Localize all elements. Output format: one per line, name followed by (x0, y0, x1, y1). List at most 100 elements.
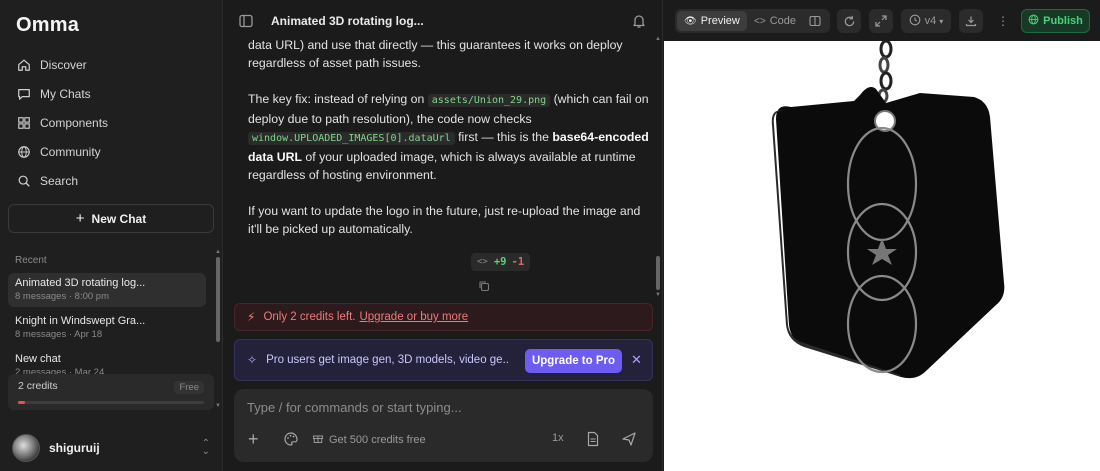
sidebar-nav: Discover My Chats Components Community S… (8, 50, 214, 195)
code-brackets-icon: <> (754, 15, 766, 27)
credits-progress-fill (18, 401, 26, 404)
chat-input[interactable] (247, 400, 637, 415)
grid-icon (16, 115, 32, 131)
eye-icon: 👁 (684, 15, 697, 27)
inline-code: window.UPLOADED_IMAGES[0].dataUrl (248, 132, 455, 145)
free-credits-label: Get 500 credits free (329, 433, 426, 446)
gift-icon (312, 432, 324, 447)
attach-plus-icon[interactable]: + (248, 429, 259, 450)
recent-chat-title: Knight in Windswept Gra... (15, 315, 146, 327)
app-root: Omma Discover My Chats Components Commun… (0, 0, 1100, 471)
sidebar-item-discover[interactable]: Discover (8, 50, 214, 79)
close-icon[interactable]: ✕ (631, 352, 642, 368)
assistant-message: data URL) and use that directly — this g… (248, 36, 653, 256)
recent-chat-title: Animated 3D rotating log... (15, 277, 146, 289)
message-text: The key fix: instead of relying on (248, 92, 428, 106)
recent-chat-meta: 8 messages · 8:00 pm (15, 291, 109, 302)
scrollbar-thumb[interactable] (216, 257, 220, 342)
chat-bubble-icon (16, 86, 32, 102)
credits-progress (18, 401, 204, 404)
recent-chat-title: New chat (15, 353, 61, 365)
home-icon (16, 57, 32, 73)
download-button[interactable] (959, 9, 983, 33)
sparkles-icon: ✧ (247, 353, 258, 367)
speed-selector[interactable]: 1x (552, 432, 564, 444)
message-paragraph: data URL) and use that directly — this g… (248, 36, 653, 72)
bell-icon[interactable] (631, 13, 647, 29)
avatar (12, 434, 40, 462)
chevron-up-down-icon: ⌃ ⌄ (201, 438, 210, 457)
sidebar-item-my-chats[interactable]: My Chats (8, 79, 214, 108)
history-icon (909, 14, 921, 29)
tab-label: Preview (700, 15, 740, 27)
sidebar-item-search[interactable]: Search (8, 166, 214, 195)
sidebar-toggle-icon[interactable] (238, 13, 254, 29)
rotating-logo-render (771, 39, 1005, 379)
publish-button[interactable]: Publish (1021, 9, 1090, 33)
expand-icon (875, 15, 887, 27)
chevron-down-icon: ▾ (939, 16, 944, 26)
chat-scrollbar[interactable]: ▲ ▼ (655, 36, 661, 298)
more-options-button[interactable]: ⋮ (993, 9, 1013, 33)
tab-preview[interactable]: 👁 Preview (677, 11, 747, 31)
sidebar-item-label: Discover (40, 57, 87, 72)
preview-toolbar: 👁 Preview <> Code v4 ▾ ⋮ Publish (663, 0, 1100, 42)
message-paragraph: If you want to update the logo in the fu… (248, 202, 653, 238)
pro-promo-banner: ✧ Pro users get image gen, 3D models, vi… (234, 339, 653, 381)
user-menu[interactable]: shiguruij ⌃ ⌄ (12, 434, 212, 462)
view-mode-toggle: 👁 Preview <> Code (675, 9, 830, 33)
sidebar-item-label: Search (40, 173, 79, 188)
fullscreen-button[interactable] (869, 9, 893, 33)
recent-chat-item[interactable]: Knight in Windswept Gra... 8 messages · … (8, 311, 206, 345)
preview-panel: 👁 Preview <> Code v4 ▾ ⋮ Publish (663, 0, 1100, 471)
scroll-down-arrow-icon[interactable]: ▼ (215, 403, 221, 409)
code-diff-pill[interactable]: <> +9 -1 (471, 253, 531, 271)
scroll-down-arrow-icon[interactable]: ▼ (655, 292, 661, 298)
scroll-up-arrow-icon[interactable]: ▲ (215, 249, 221, 255)
upgrade-link[interactable]: Upgrade or buy more (359, 311, 468, 323)
send-icon[interactable] (621, 431, 637, 447)
scrollbar-thumb[interactable] (656, 256, 660, 290)
tab-code[interactable]: <> Code (747, 11, 803, 31)
message-paragraph: The key fix: instead of relying on asset… (248, 90, 653, 184)
sidebar-scrollbar[interactable]: ▲ ▼ (215, 249, 221, 409)
refresh-button[interactable] (837, 9, 861, 33)
plus-icon: + (75, 210, 85, 227)
recent-chat-item[interactable]: Animated 3D rotating log... 8 messages ·… (8, 273, 206, 307)
palette-icon[interactable] (283, 431, 299, 447)
document-icon[interactable] (586, 431, 600, 447)
inline-code: assets/Union_29.png (427, 94, 551, 107)
copy-icon[interactable] (478, 279, 490, 292)
new-chat-label: New Chat (91, 211, 147, 226)
brand-logo[interactable]: Omma (16, 14, 79, 37)
lines-added: +9 (493, 256, 507, 268)
sidebar-item-components[interactable]: Components (8, 108, 214, 137)
credits-meter[interactable]: 2 credits Free (8, 374, 214, 410)
version-label: v4 (924, 15, 937, 27)
sidebar: Omma Discover My Chats Components Commun… (0, 0, 223, 471)
kebab-menu-icon: ⋮ (997, 14, 1009, 28)
sidebar-item-label: Community (40, 144, 101, 159)
recent-chat-list: Animated 3D rotating log... 8 messages ·… (8, 273, 206, 387)
preview-canvas[interactable] (664, 39, 1100, 471)
lines-removed: -1 (511, 256, 525, 268)
plan-badge: Free (174, 381, 204, 394)
tab-label: Code (769, 15, 796, 27)
free-credits-offer[interactable]: Get 500 credits free (312, 432, 426, 447)
upgrade-to-pro-button[interactable]: Upgrade to Pro (525, 349, 622, 373)
globe-icon (1028, 14, 1039, 28)
refresh-icon (844, 15, 854, 26)
user-name: shiguruij (49, 441, 100, 455)
search-icon (16, 173, 32, 189)
low-credits-banner: ⚡ Only 2 credits left. Upgrade or buy mo… (234, 303, 653, 331)
new-chat-button[interactable]: + New Chat (8, 204, 214, 233)
sidebar-item-label: Components (40, 115, 109, 130)
sidebar-item-community[interactable]: Community (8, 137, 214, 166)
version-selector[interactable]: v4 ▾ (901, 9, 951, 33)
split-view-icon[interactable] (803, 11, 827, 31)
globe-icon (16, 144, 32, 160)
chat-panel: Animated 3D rotating log... data URL) an… (223, 0, 663, 471)
scroll-up-arrow-icon[interactable]: ▲ (655, 36, 661, 42)
promo-text: Pro users get image gen, 3D models, vide… (266, 354, 510, 366)
message-text: If you want to update the logo in the fu… (248, 204, 641, 236)
